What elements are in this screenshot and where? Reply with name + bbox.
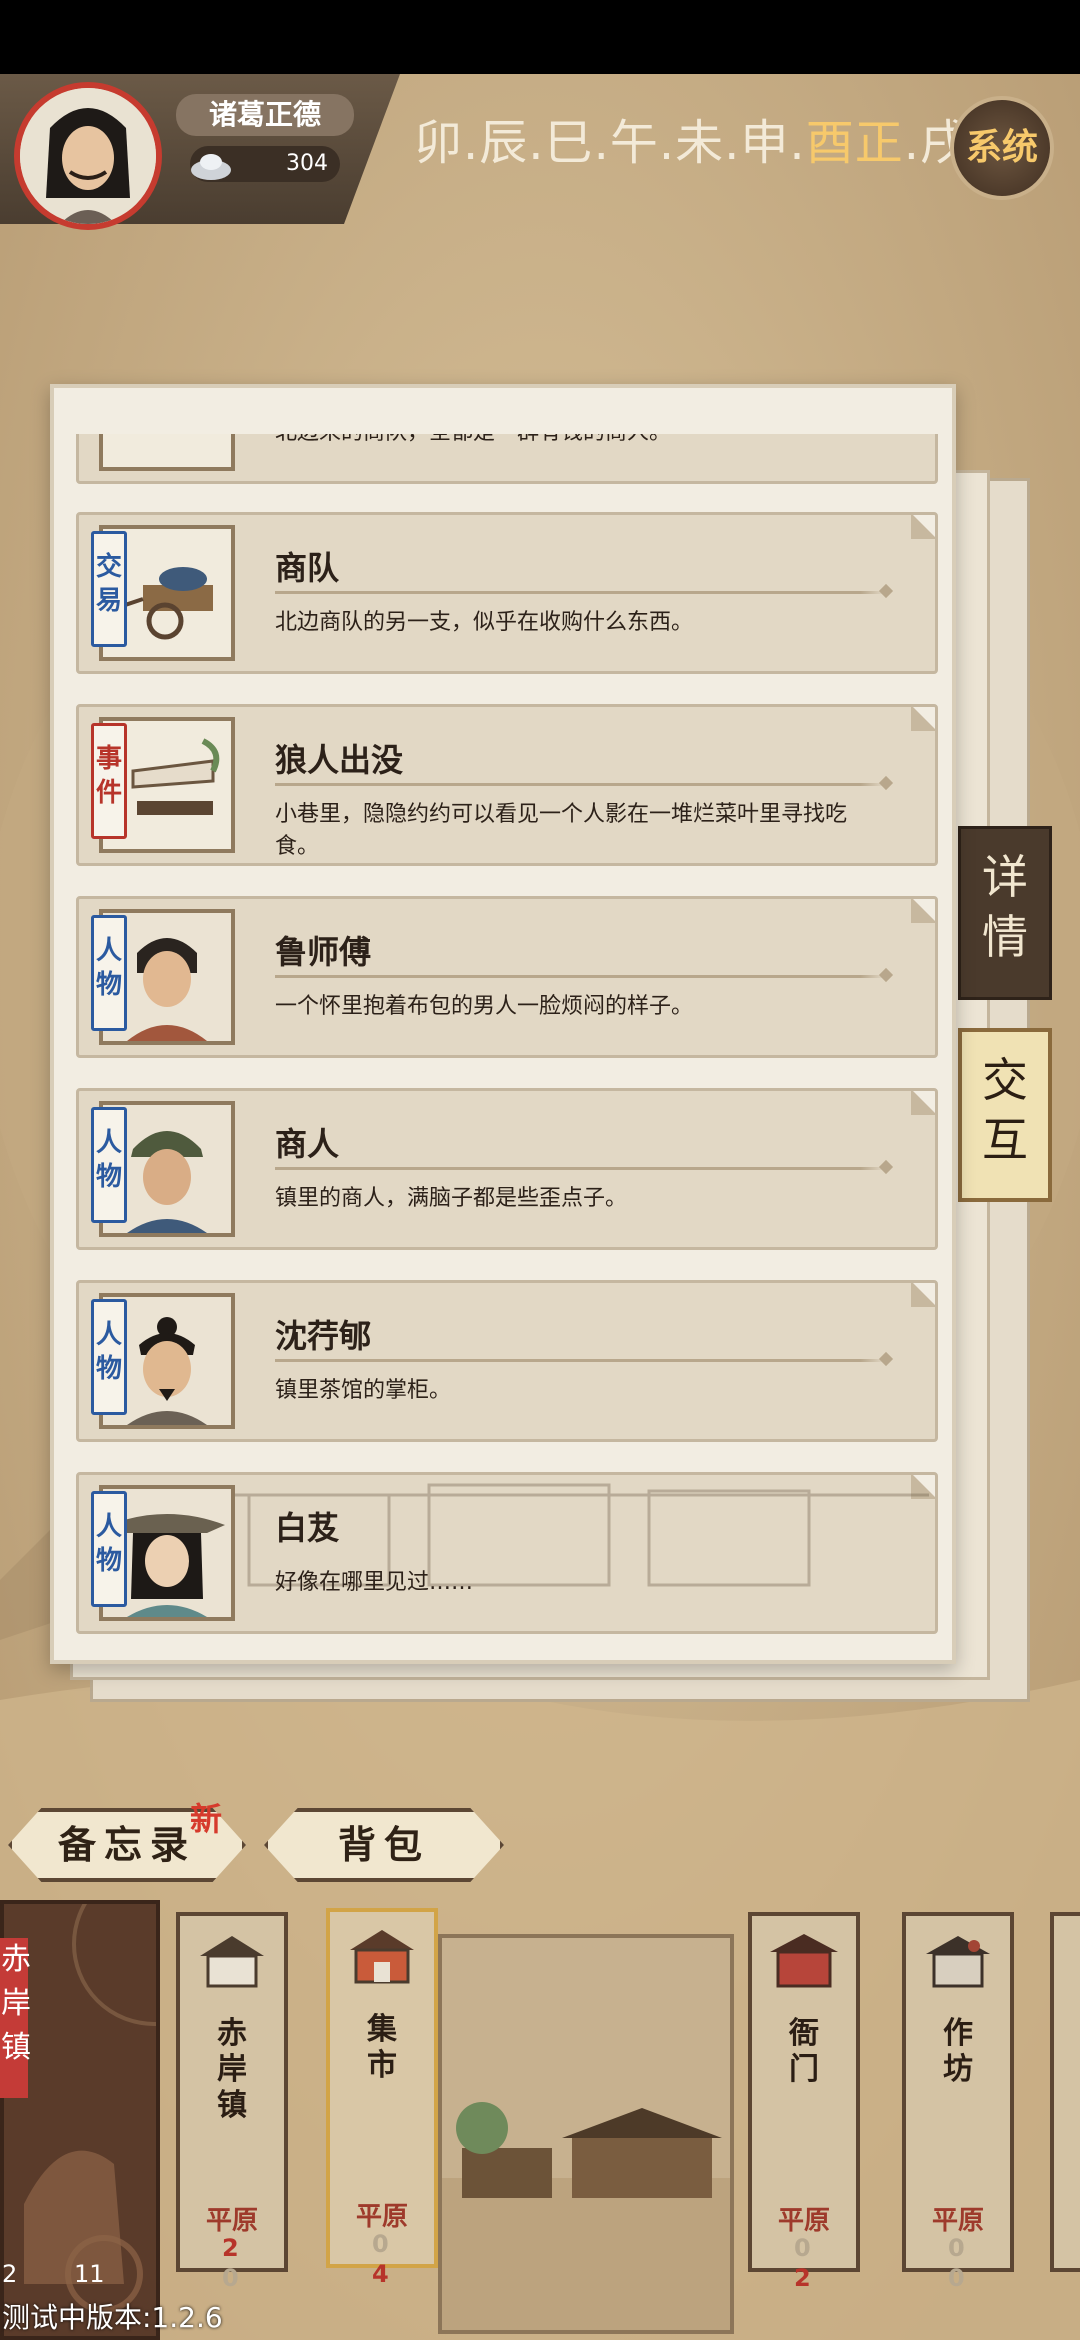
list-item[interactable]: 事件 狼人出没 小巷里，隐隐约约可以看见一个人影在一堆烂菜叶里寻找吃食。 [76, 704, 938, 866]
card-tag: 人物 [91, 1299, 127, 1415]
card-tag: 人物 [91, 1491, 127, 1607]
location-card-selected[interactable]: 集市 平原 0 4 [326, 1908, 438, 2288]
location-card-partial[interactable] [1050, 1912, 1080, 2272]
card-tag-label: 事件 [95, 744, 122, 808]
list-item[interactable]: 人物 沈荇郇 镇里茶馆的掌柜。 [76, 1280, 938, 1442]
card-description: 小巷里，隐隐约约可以看见一个人影在一堆烂菜叶里寻找吃食。 [275, 802, 848, 859]
town-sketch-icon [229, 1483, 929, 1587]
list-item[interactable]: 交易 商队 北边商队的另一支，似乎在收购什么东西。 [76, 512, 938, 674]
card-description: 镇里的商人，满脑子都是些歪点子。 [275, 1186, 628, 1211]
card-title: 商队 [275, 549, 340, 587]
location-flag-count: 0 [794, 2234, 811, 2262]
new-badge: 新 [190, 1800, 223, 1838]
card-title: 商人 [275, 1125, 340, 1163]
card-tag: 交易 [91, 531, 127, 647]
market-icon [350, 1930, 414, 1984]
location-flag-count: 2 [222, 2234, 239, 2262]
location-terrain: 平原 [777, 2206, 830, 2236]
card-tag-label: 交易 [95, 552, 122, 616]
card-description: 一个怀里抱着布包的男人一脸烦闷的样子。 [275, 994, 694, 1019]
yamen-icon [770, 1934, 838, 1988]
location-preview-image [438, 1934, 734, 2334]
version-label: 测试中版本:1.2.6 [2, 2301, 223, 2334]
list-item[interactable]: 人物 商人 镇里的商人，满脑子都是些歪点子。 [76, 1088, 938, 1250]
location-card[interactable]: 衙门 平原 0 2 [748, 1912, 860, 2292]
location-terrain: 平原 [205, 2206, 258, 2236]
silver-ingot-icon [191, 154, 231, 180]
location-name: 作坊 [943, 2016, 973, 2087]
card-title: 沈荇郇 [275, 1317, 372, 1355]
card-tag-label: 人物 [95, 1128, 122, 1192]
time-segment: 午 [609, 115, 659, 171]
location-people-count: 0 [222, 2264, 239, 2292]
coin-display: 304 [190, 146, 340, 182]
location-people-count: 0 [948, 2264, 965, 2292]
tab-interact[interactable]: 交互 [958, 1028, 1052, 1202]
card-title: 狼人出没 [275, 741, 404, 779]
card-tag: 事件 [91, 723, 127, 839]
location-name: 集市 [367, 2012, 397, 2083]
event-thumbnail [99, 434, 235, 471]
list-item[interactable]: 北边来的商队，全都是一群有钱的商人。 [76, 434, 938, 484]
location-people-count: 2 [794, 2264, 811, 2292]
card-description: 北边来的商队，全都是一群有钱的商人。 [275, 434, 885, 449]
player-name: 诸葛正德 [176, 94, 354, 136]
system-button[interactable]: 系统 [950, 96, 1054, 200]
time-segment: 未 [675, 115, 725, 171]
player-avatar[interactable] [14, 82, 162, 230]
card-tag-label: 人物 [95, 1512, 122, 1576]
tab-detail-label: 详情 [982, 850, 1028, 964]
time-segment: 卯 [414, 115, 464, 171]
current-location-name: 赤岸镇 [0, 1938, 31, 2098]
flag-count: 2 [2, 2260, 18, 2288]
card-tag-label: 人物 [95, 936, 122, 1000]
portrait-icon [20, 88, 156, 224]
coin-count: 304 [286, 151, 328, 176]
location-people-count: 4 [372, 2260, 389, 2288]
list-item[interactable]: 人物 白芨 好像在哪里见过…… [76, 1472, 938, 1634]
people-count: 11 [74, 2260, 105, 2288]
card-tag-label: 人物 [95, 1320, 122, 1384]
market-scene-icon [442, 1938, 730, 2330]
current-location-label: 赤岸镇 [1, 1942, 31, 2065]
location-name: 赤岸镇 [217, 2016, 247, 2123]
time-segment: 辰 [479, 115, 529, 171]
location-terrain: 平原 [355, 2202, 408, 2232]
card-description: 好像在哪里见过…… [275, 1570, 474, 1595]
time-of-day-bar: 卯.辰.巳.午.未.申.酉正.戌 [414, 115, 969, 171]
card-title: 鲁师傅 [275, 933, 372, 971]
time-segment: 申 [740, 115, 790, 171]
card-description: 镇里茶馆的掌柜。 [275, 1378, 452, 1403]
card-title: 白芨 [275, 1509, 340, 1547]
workshop-icon [926, 1936, 990, 1988]
card-tag: 人物 [91, 1107, 127, 1223]
status-bar [0, 0, 1080, 74]
location-flag-count: 0 [372, 2230, 389, 2258]
location-card[interactable]: 作坊 平原 0 0 [902, 1912, 1014, 2292]
event-list[interactable]: 北边来的商队，全都是一群有钱的商人。 交易 商队 北边商队的另一支，似乎在收购什… [76, 434, 938, 1634]
location-flag-count: 0 [948, 2234, 965, 2262]
tab-detail[interactable]: 详情 [958, 826, 1052, 1000]
location-card[interactable]: 赤岸镇 平原 2 0 [176, 1912, 288, 2292]
card-tag: 人物 [91, 915, 127, 1031]
tab-interact-label: 交互 [982, 1053, 1028, 1167]
location-terrain: 平原 [931, 2206, 984, 2236]
house-icon [200, 1936, 264, 1988]
location-name: 衙门 [789, 2016, 819, 2087]
bag-button[interactable]: 背包 [264, 1808, 504, 1882]
player-panel[interactable]: 诸葛正德 304 [0, 74, 410, 230]
card-description: 北边商队的另一支，似乎在收购什么东西。 [275, 610, 694, 635]
list-item[interactable]: 人物 鲁师傅 一个怀里抱着布包的男人一脸烦闷的样子。 [76, 896, 938, 1058]
time-segment-current: 酉正 [805, 115, 904, 171]
event-list-panel[interactable]: 北边来的商队，全都是一群有钱的商人。 交易 商队 北边商队的另一支，似乎在收购什… [50, 384, 956, 1664]
time-segment: 巳 [544, 115, 594, 171]
